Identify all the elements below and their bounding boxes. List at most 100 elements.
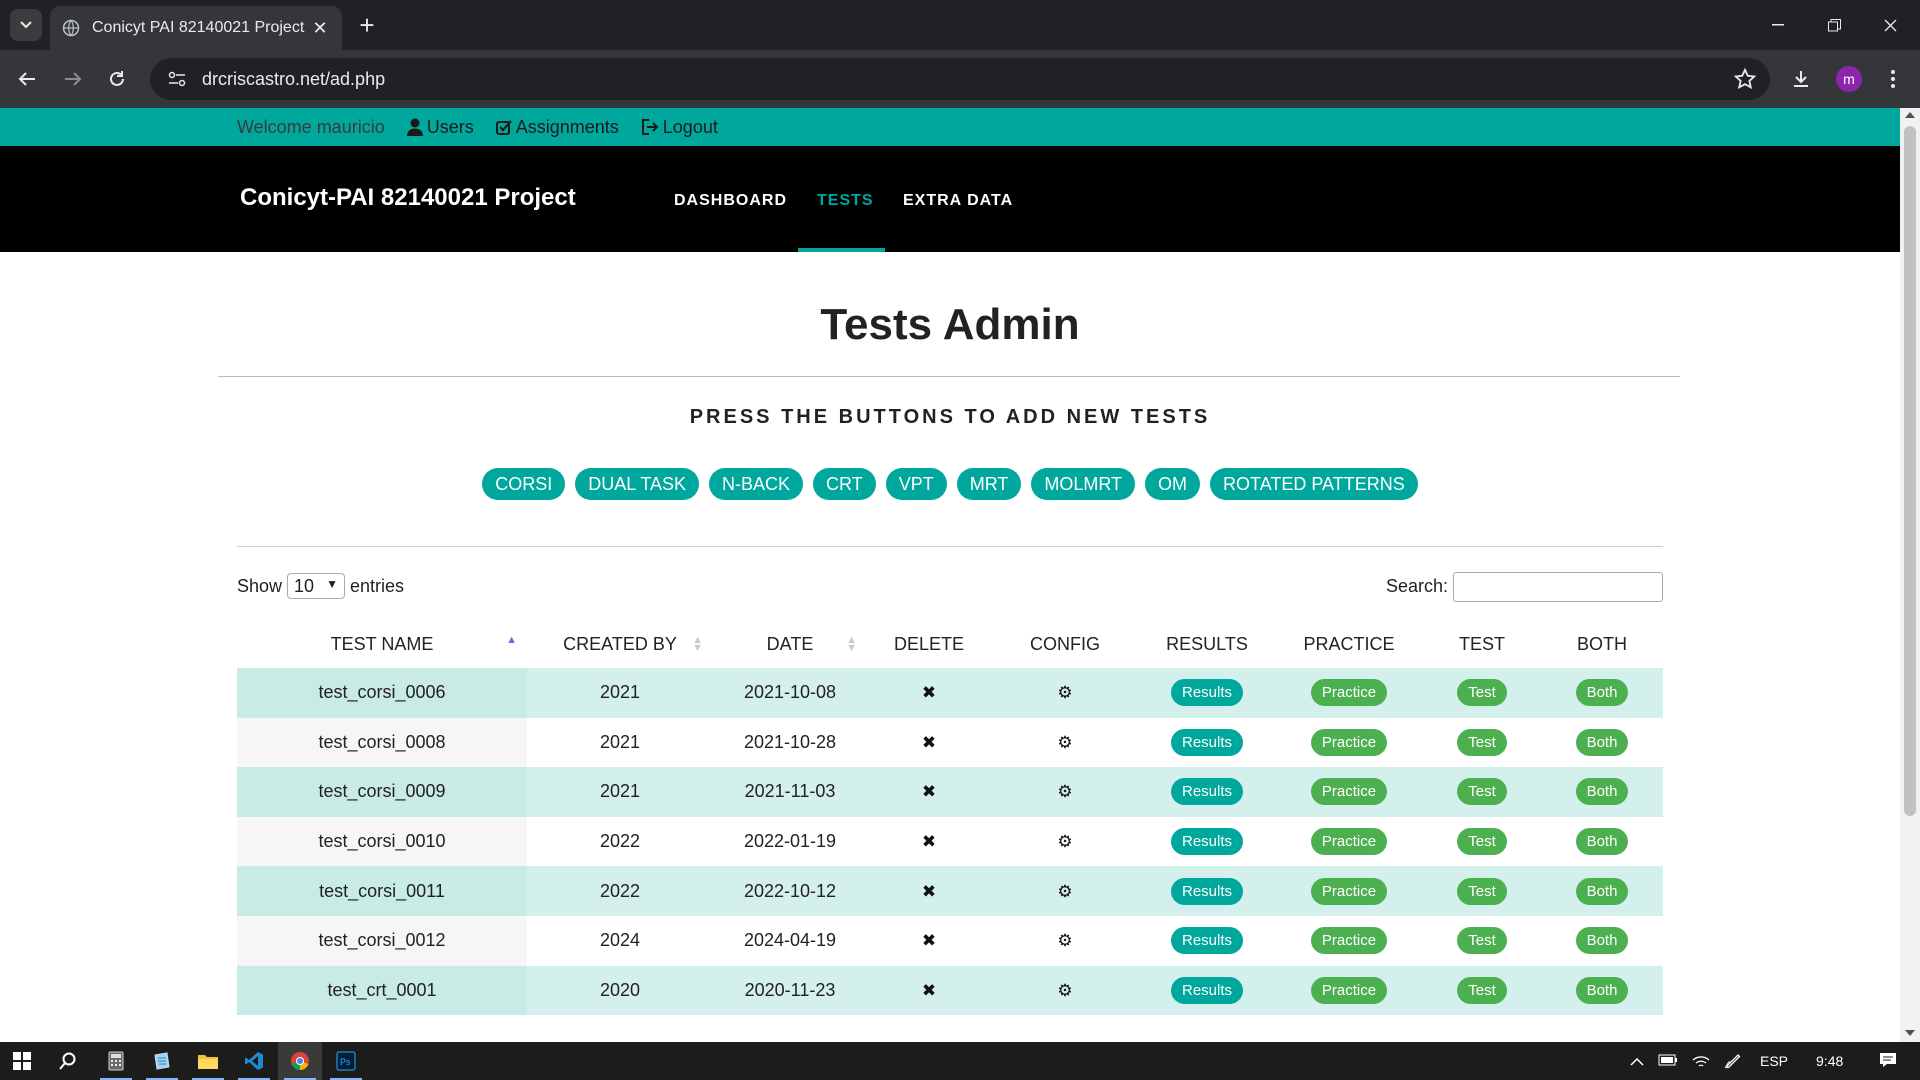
tab-search-button[interactable] [10, 9, 42, 41]
practice-button[interactable]: Practice [1310, 679, 1388, 707]
taskbar-vscode[interactable] [232, 1042, 276, 1080]
add-dual-task-button[interactable]: DUAL TASK [575, 468, 699, 500]
page-scrollbar[interactable] [1900, 108, 1920, 1042]
practice-button[interactable]: Practice [1310, 877, 1388, 905]
add-crt-button[interactable]: CRT [813, 468, 876, 500]
add-rotated-patterns-button[interactable]: ROTATED PATTERNS [1210, 468, 1418, 500]
chevron-up-icon[interactable] [1630, 1053, 1644, 1069]
gear-icon[interactable]: ⚙ [1057, 733, 1072, 752]
delete-icon[interactable]: ✖ [922, 683, 936, 702]
delete-icon[interactable]: ✖ [922, 733, 936, 752]
add-om-button[interactable]: OM [1145, 468, 1201, 500]
delete-icon[interactable]: ✖ [922, 782, 936, 801]
test-button[interactable]: Test [1457, 976, 1507, 1004]
search-input[interactable] [1453, 572, 1663, 602]
assignments-link[interactable]: Assignments [495, 117, 619, 138]
battery-icon[interactable] [1658, 1053, 1678, 1069]
delete-icon[interactable]: ✖ [922, 882, 936, 901]
gear-icon[interactable]: ⚙ [1057, 832, 1072, 851]
restore-button[interactable] [1806, 0, 1862, 50]
reload-button[interactable] [100, 62, 134, 96]
forward-button[interactable] [56, 62, 90, 96]
scroll-up-arrow-icon[interactable] [1905, 112, 1915, 118]
nav-tests[interactable]: TESTS [817, 192, 874, 210]
wifi-icon[interactable] [1692, 1052, 1710, 1071]
bookmark-star-icon[interactable] [1734, 68, 1756, 90]
logout-link[interactable]: Logout [641, 117, 718, 138]
test-button[interactable]: Test [1457, 778, 1507, 806]
both-button[interactable]: Both [1575, 976, 1629, 1004]
practice-button[interactable]: Practice [1310, 728, 1388, 756]
results-button[interactable]: Results [1170, 927, 1244, 955]
practice-button[interactable]: Practice [1310, 976, 1388, 1004]
users-link[interactable]: Users [406, 117, 474, 138]
profile-avatar[interactable]: m [1836, 66, 1862, 92]
notifications-icon[interactable] [1879, 1052, 1897, 1071]
add-corsi-button[interactable]: CORSI [482, 468, 566, 500]
browser-tab[interactable]: Conicyt PAI 82140021 Project ✕ [50, 6, 342, 50]
nav-dashboard[interactable]: DASHBOARD [674, 192, 787, 210]
gear-icon[interactable]: ⚙ [1057, 683, 1072, 702]
test-button[interactable]: Test [1457, 679, 1507, 707]
both-cell: Both [1541, 866, 1663, 916]
both-button[interactable]: Both [1575, 728, 1629, 756]
gear-icon[interactable]: ⚙ [1057, 882, 1072, 901]
start-button[interactable] [0, 1042, 44, 1080]
practice-button[interactable]: Practice [1310, 778, 1388, 806]
column-header-created-by[interactable]: CREATED BY ▲ ▼ [527, 620, 713, 668]
practice-button[interactable]: Practice [1310, 828, 1388, 856]
results-button[interactable]: Results [1170, 976, 1244, 1004]
close-tab-icon[interactable]: ✕ [310, 18, 330, 39]
language-indicator[interactable]: ESP [1760, 1053, 1788, 1069]
scrollbar-thumb[interactable] [1904, 126, 1916, 816]
results-button[interactable]: Results [1170, 728, 1244, 756]
delete-icon[interactable]: ✖ [922, 832, 936, 851]
taskbar-notepad[interactable] [140, 1042, 184, 1080]
pen-icon[interactable] [1724, 1051, 1742, 1072]
test-button[interactable]: Test [1457, 728, 1507, 756]
site-brand[interactable]: Conicyt-PAI 82140021 Project [240, 184, 576, 212]
taskbar-calculator[interactable] [94, 1042, 138, 1080]
add-n-back-button[interactable]: N-BACK [709, 468, 804, 500]
browser-menu-button[interactable] [1876, 62, 1910, 96]
taskbar-search-button[interactable] [46, 1042, 90, 1080]
results-button[interactable]: Results [1170, 828, 1244, 856]
entries-select[interactable]: 10 ▼ [287, 573, 346, 599]
column-header-test-name[interactable]: TEST NAME ▲ [237, 620, 527, 668]
close-window-button[interactable] [1862, 0, 1918, 50]
taskbar-chrome[interactable] [278, 1042, 322, 1080]
downloads-button[interactable] [1784, 62, 1818, 96]
test-button[interactable]: Test [1457, 927, 1507, 955]
results-button[interactable]: Results [1170, 877, 1244, 905]
add-mrt-button[interactable]: MRT [956, 468, 1022, 500]
scroll-down-arrow-icon[interactable] [1905, 1030, 1915, 1036]
gear-icon[interactable]: ⚙ [1057, 981, 1072, 1000]
add-vpt-button[interactable]: VPT [885, 468, 947, 500]
delete-icon[interactable]: ✖ [922, 931, 936, 950]
back-button[interactable] [10, 62, 44, 96]
test-button[interactable]: Test [1457, 877, 1507, 905]
both-button[interactable]: Both [1575, 778, 1629, 806]
date-cell: 2022-10-12 [713, 866, 867, 916]
taskbar-photoshop[interactable]: Ps [324, 1042, 368, 1080]
test-button[interactable]: Test [1457, 828, 1507, 856]
address-bar[interactable]: drcriscastro.net/ad.php [150, 58, 1770, 100]
add-molmrt-button[interactable]: MOLMRT [1031, 468, 1136, 500]
both-button[interactable]: Both [1575, 877, 1629, 905]
minimize-button[interactable] [1750, 0, 1806, 50]
gear-icon[interactable]: ⚙ [1057, 782, 1072, 801]
both-button[interactable]: Both [1575, 927, 1629, 955]
taskbar-file-explorer[interactable] [186, 1042, 230, 1080]
practice-button[interactable]: Practice [1310, 927, 1388, 955]
nav-extra-data[interactable]: EXTRA DATA [903, 192, 1013, 210]
clock[interactable]: 9:48 [1816, 1053, 1843, 1069]
both-button[interactable]: Both [1575, 679, 1629, 707]
results-button[interactable]: Results [1170, 679, 1244, 707]
gear-icon[interactable]: ⚙ [1057, 931, 1072, 950]
site-settings-icon[interactable] [168, 71, 186, 87]
delete-icon[interactable]: ✖ [922, 981, 936, 1000]
results-button[interactable]: Results [1170, 778, 1244, 806]
both-button[interactable]: Both [1575, 828, 1629, 856]
column-header-date[interactable]: DATE ▲ ▼ [713, 620, 867, 668]
new-tab-button[interactable]: + [352, 10, 382, 40]
